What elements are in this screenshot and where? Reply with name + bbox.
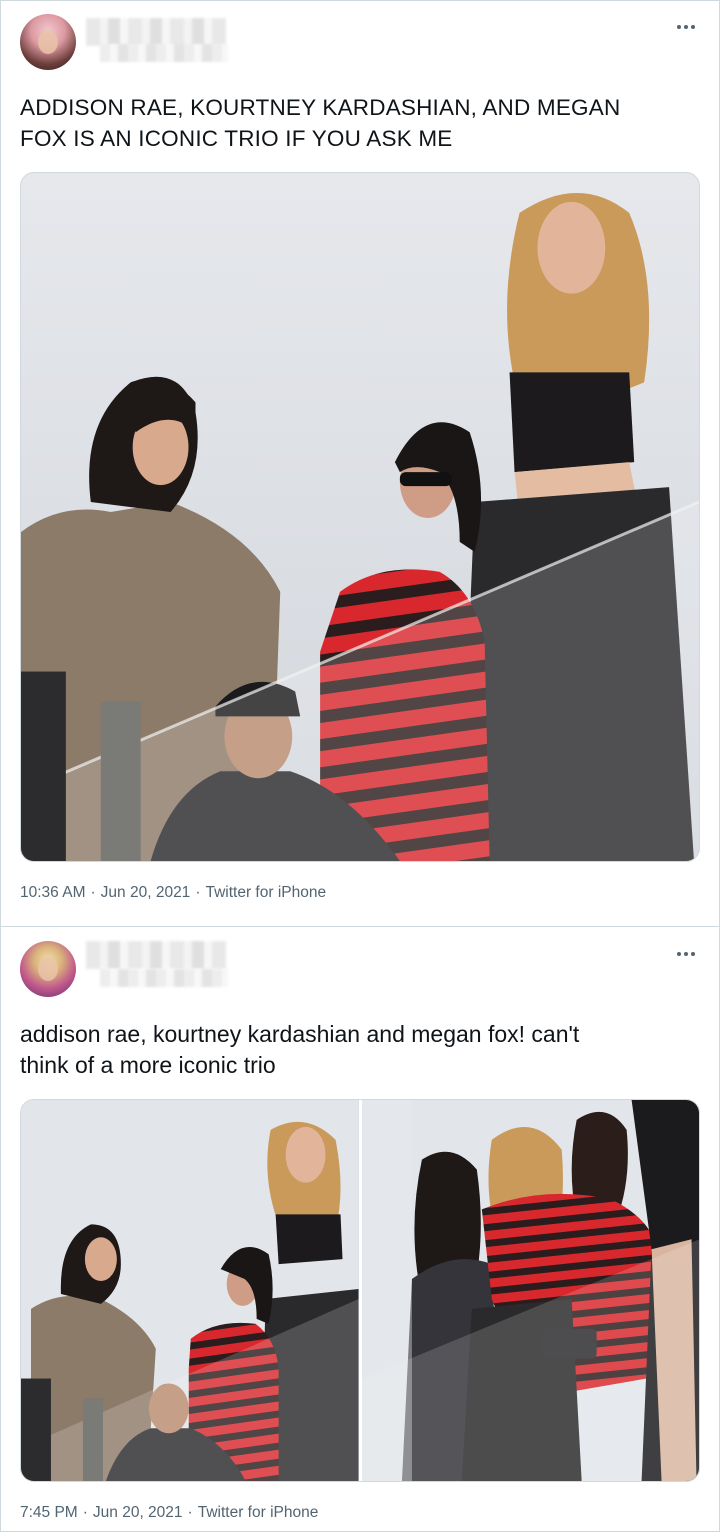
tweet-photo[interactable] xyxy=(20,172,700,862)
tweet-date[interactable]: Jun 20, 2021 xyxy=(93,1504,183,1522)
tweet-source[interactable]: Twitter for iPhone xyxy=(205,884,326,902)
tweet-1[interactable]: ADDISON RAE, KOURTNEY KARDASHIAN, AND ME… xyxy=(0,0,720,927)
more-options-icon[interactable] xyxy=(674,947,698,961)
tweet-photo-grid xyxy=(20,1099,700,1482)
tweet-photo-right[interactable] xyxy=(361,1100,699,1481)
meta-separator: · xyxy=(90,884,96,901)
tweet-date[interactable]: Jun 20, 2021 xyxy=(101,884,191,902)
more-options-icon[interactable] xyxy=(674,20,698,34)
tweet-text: addison rae, kourtney kardashian and meg… xyxy=(20,1021,580,1078)
meta-separator: · xyxy=(82,1504,88,1521)
avatar[interactable] xyxy=(20,14,76,70)
blurred-handle xyxy=(100,969,228,987)
tweet-metadata: 10:36 AM · Jun 20, 2021 · Twitter for iP… xyxy=(20,884,326,902)
photo-illustration xyxy=(21,173,699,861)
avatar-face xyxy=(38,957,58,981)
avatar-face xyxy=(38,30,58,54)
meta-separator: · xyxy=(187,1504,193,1521)
avatar[interactable] xyxy=(20,941,76,997)
blurred-handle xyxy=(100,44,228,62)
blurred-display-name xyxy=(86,941,226,969)
photo-illustration xyxy=(21,1100,359,1481)
blurred-display-name xyxy=(86,18,226,46)
tweet-time[interactable]: 7:45 PM xyxy=(20,1504,78,1522)
photo-illustration xyxy=(361,1100,699,1481)
tweet-text: ADDISON RAE, KOURTNEY KARDASHIAN, AND ME… xyxy=(20,95,621,151)
tweet-photo-left[interactable] xyxy=(21,1100,359,1481)
tweet-time[interactable]: 10:36 AM xyxy=(20,884,86,902)
tweet-2[interactable]: addison rae, kourtney kardashian and meg… xyxy=(0,927,720,1532)
meta-separator: · xyxy=(195,884,201,901)
tweet-metadata: 7:45 PM · Jun 20, 2021 · Twitter for iPh… xyxy=(20,1504,318,1522)
tweet-source[interactable]: Twitter for iPhone xyxy=(198,1504,319,1522)
